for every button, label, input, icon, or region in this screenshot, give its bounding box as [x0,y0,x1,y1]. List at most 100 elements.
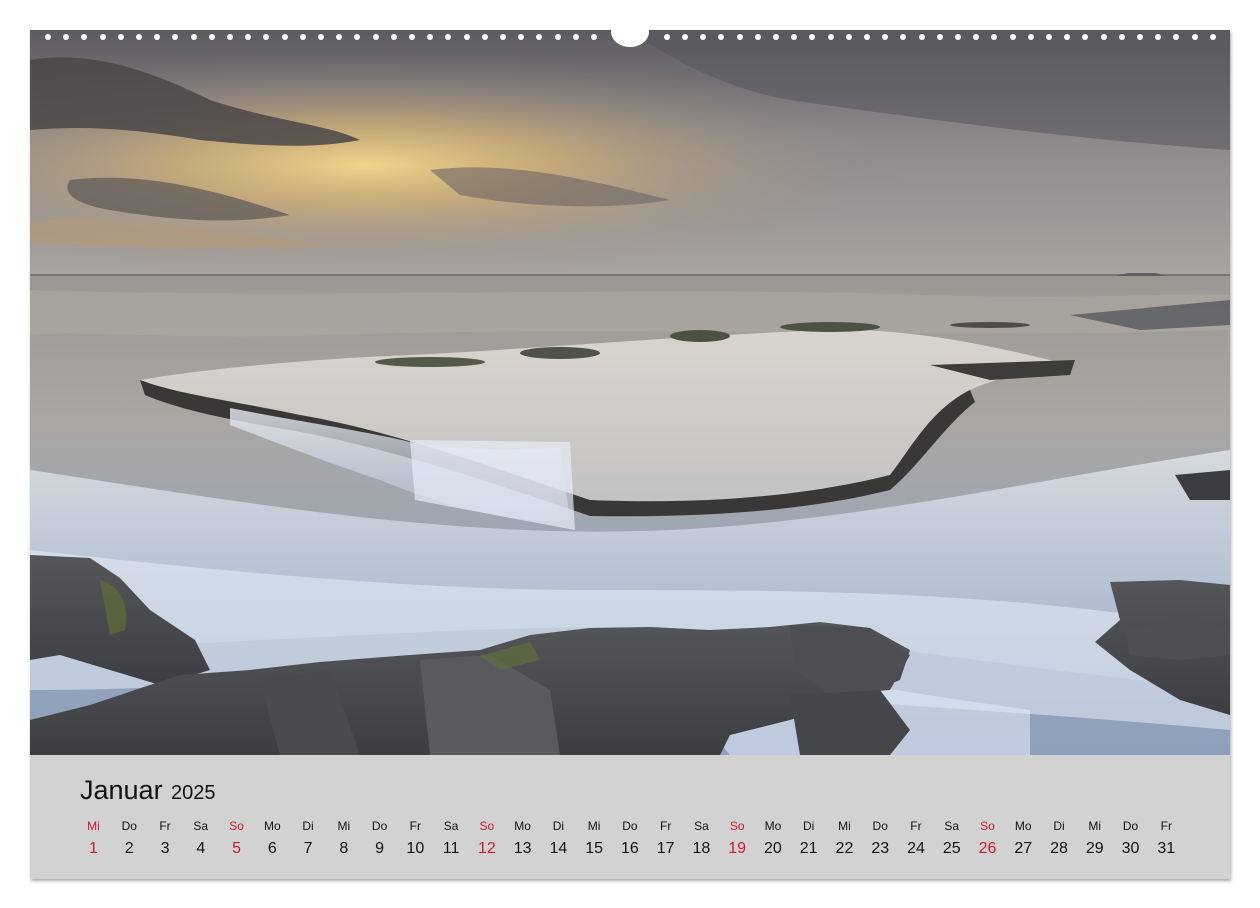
spiral-binding [30,17,1230,47]
weekday-label: Mo [1014,819,1032,833]
weekday-label: Fr [910,819,922,833]
binding-hole [172,34,179,40]
weekday-label: Mi [587,819,601,833]
binding-hole [1173,34,1180,40]
binding-hole [700,34,707,40]
weekday-label: Di [1053,819,1065,833]
weekday-label: Di [302,819,314,833]
binding-hole [591,34,597,40]
binding-hole [372,34,379,40]
binding-hole [1027,34,1034,40]
binding-hole [736,34,743,40]
binding-hole [936,34,943,40]
day-number: 21 [799,840,818,857]
day-number: 25 [942,840,961,857]
weekday-label: Sa [443,819,459,833]
day-number: 22 [835,840,854,857]
day-number: 24 [907,840,925,857]
weekday-label: Fr [409,819,421,833]
day-number: 5 [232,840,241,857]
binding-hole [1155,34,1162,40]
weekday-label: Do [371,819,388,833]
weekday-label: Sa [193,819,209,833]
weekday-label: Mi [1088,819,1102,833]
binding-hole [190,34,197,40]
month-year: 2025 [171,782,216,804]
day-number: 6 [267,840,277,857]
weekday-label: Do [1122,819,1139,833]
binding-hole [318,34,324,40]
binding-hole [991,34,998,40]
binding-hole [281,34,288,40]
binding-hole [117,34,124,40]
weekday-label: Di [803,819,815,833]
binding-hole [299,34,306,40]
day-number: 4 [196,840,206,857]
binding-hole [481,34,488,40]
day-number: 27 [1014,840,1033,857]
day-number: 11 [442,840,460,857]
weekday-label: Sa [944,819,960,833]
binding-hole [1082,34,1089,40]
day-number: 20 [764,840,782,857]
weekday-label: Fr [159,819,171,833]
weekday-label: Mi [87,819,100,833]
day-number: 2 [124,840,134,857]
day-number: 16 [620,840,639,857]
calendar-page: Januar 2025 Mi 1 Do 2 Fr 3 Sa 4 So 5 Mo 6 Di 7 Mi 8 Do 9 F… [30,17,1230,879]
day-number: 18 [692,840,711,857]
binding-hole [554,34,561,40]
binding-hole [791,34,798,40]
binding-hole [336,34,343,40]
day-number: 15 [585,840,604,857]
weekday-label: So [980,819,995,833]
day-number: 7 [303,840,313,857]
month-title: Januar 2025 [80,775,216,806]
binding-hole [154,34,161,40]
binding-hole [245,34,252,40]
binding-hole [1191,34,1198,40]
day-number: 8 [339,840,349,857]
weekday-label: So [479,819,495,833]
day-number: 9 [375,840,385,857]
binding-hole [63,34,70,40]
binding-hole [864,34,870,40]
binding-hole [263,34,270,40]
calendar-strip: Januar 2025 Mi 1 Do 2 Fr 3 Sa 4 So 5 Mo 6 Di 7 Mi 8 Do 9 F… [30,755,1230,879]
binding-hole [845,34,852,40]
binding-hole [445,34,452,40]
weekday-label: Do [622,819,638,833]
weekday-label: Fr [659,819,672,833]
binding-hole [973,34,980,40]
weekday-label: Mo [514,819,531,833]
binding-hole [773,34,779,40]
binding-hole [1009,34,1016,40]
binding-hole [1118,34,1125,40]
binding-hole [227,34,233,40]
binding-hole [900,34,907,40]
binding-hole [99,34,106,40]
binding-hole [536,34,543,40]
day-number: 3 [160,840,170,857]
binding-hole [809,34,816,40]
binding-hole [354,34,361,40]
binding-hole [718,34,725,40]
weekday-label: Mo [764,819,782,833]
weekday-label: So [729,819,745,833]
weekday-label: Mi [838,819,851,833]
day-number: 10 [406,840,425,857]
binding-hole [409,34,415,40]
binding-hole [1064,34,1071,40]
weekday-label: Do [872,819,888,833]
binding-hole [1100,34,1107,40]
weekday-label: Sa [694,819,709,833]
day-number: 12 [477,840,496,857]
weekday-label: Mi [337,819,351,833]
binding-hole [682,34,688,40]
binding-hole [1137,34,1143,40]
day-number: 19 [728,840,747,857]
binding-hole [463,34,470,40]
binding-hole [663,34,670,40]
binding-hole [918,34,925,40]
day-number: 13 [513,840,532,857]
